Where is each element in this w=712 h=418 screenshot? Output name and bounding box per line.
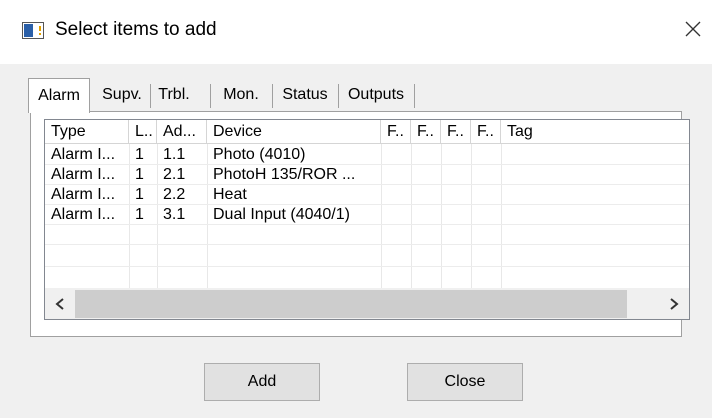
column-header-tag[interactable]: Tag bbox=[501, 120, 689, 144]
cell-loop: 1 bbox=[135, 166, 144, 183]
cell-address: 1.1 bbox=[163, 146, 186, 163]
table-row[interactable]: Alarm I... 1 2.2 Heat bbox=[45, 185, 689, 205]
cell-type: Alarm I... bbox=[51, 206, 116, 223]
column-header-address[interactable]: Ad... bbox=[157, 120, 207, 144]
cell-address: 3.1 bbox=[163, 206, 186, 223]
close-icon[interactable] bbox=[682, 18, 704, 40]
app-window-icon bbox=[22, 22, 44, 39]
cell-device: Heat bbox=[213, 186, 247, 203]
add-button[interactable]: Add bbox=[204, 363, 320, 401]
cell-type: Alarm I... bbox=[51, 186, 116, 203]
cell-address: 2.1 bbox=[163, 166, 186, 183]
tab-supv[interactable]: Supv. bbox=[96, 80, 148, 112]
cell-device: PhotoH 135/ROR ... bbox=[213, 166, 356, 183]
tab-separator bbox=[150, 84, 151, 108]
tab-separator bbox=[210, 84, 211, 108]
grid-line bbox=[45, 244, 689, 245]
tab-label: Alarm bbox=[38, 87, 80, 104]
close-button[interactable]: Close bbox=[407, 363, 523, 401]
column-header-type[interactable]: Type bbox=[45, 120, 129, 144]
items-list[interactable]: Type L.. Ad... Device F.. F.. F.. F.. Ta… bbox=[44, 119, 690, 320]
title-bar: Select items to add bbox=[0, 0, 712, 64]
scroll-left-icon[interactable] bbox=[45, 288, 75, 320]
tab-label: Outputs bbox=[347, 86, 405, 103]
tab-status[interactable]: Status bbox=[274, 80, 336, 112]
tab-mon[interactable]: Mon. bbox=[214, 80, 268, 112]
tab-label: Supv. bbox=[102, 86, 142, 103]
select-items-dialog: Select items to add Alarm Supv. Trbl. Mo… bbox=[0, 0, 712, 418]
window-title: Select items to add bbox=[55, 19, 217, 40]
tab-separator bbox=[414, 84, 415, 108]
scrollbar-thumb[interactable] bbox=[75, 290, 627, 318]
cell-loop: 1 bbox=[135, 206, 144, 223]
tab-label: Trbl. bbox=[158, 86, 190, 103]
column-header-f2[interactable]: F.. bbox=[411, 120, 441, 144]
column-header-f4[interactable]: F.. bbox=[471, 120, 501, 144]
table-row[interactable]: Alarm I... 1 1.1 Photo (4010) bbox=[45, 145, 689, 165]
column-header-f1[interactable]: F.. bbox=[381, 120, 411, 144]
column-header-row: Type L.. Ad... Device F.. F.. F.. F.. Ta… bbox=[45, 120, 689, 144]
tab-separator bbox=[272, 84, 273, 108]
cell-address: 2.2 bbox=[163, 186, 186, 203]
table-row[interactable]: Alarm I... 1 2.1 PhotoH 135/ROR ... bbox=[45, 165, 689, 185]
tab-label: Status bbox=[282, 86, 328, 103]
cell-device: Dual Input (4040/1) bbox=[213, 206, 350, 223]
column-header-device[interactable]: Device bbox=[207, 120, 381, 144]
tab-alarm[interactable]: Alarm bbox=[28, 78, 90, 113]
cell-loop: 1 bbox=[135, 186, 144, 203]
cell-type: Alarm I... bbox=[51, 166, 116, 183]
tab-separator bbox=[338, 84, 339, 108]
cell-device: Photo (4010) bbox=[213, 146, 306, 163]
scroll-right-icon[interactable] bbox=[659, 288, 689, 320]
tab-label: Mon. bbox=[223, 86, 259, 103]
horizontal-scrollbar[interactable] bbox=[45, 288, 689, 320]
grid-line bbox=[45, 266, 689, 267]
column-header-f3[interactable]: F.. bbox=[441, 120, 471, 144]
table-row[interactable]: Alarm I... 1 3.1 Dual Input (4040/1) bbox=[45, 205, 689, 225]
column-header-loop[interactable]: L.. bbox=[129, 120, 157, 144]
cell-loop: 1 bbox=[135, 146, 144, 163]
tab-outputs[interactable]: Outputs bbox=[340, 80, 412, 112]
cell-type: Alarm I... bbox=[51, 146, 116, 163]
tab-trbl[interactable]: Trbl. bbox=[152, 80, 196, 112]
